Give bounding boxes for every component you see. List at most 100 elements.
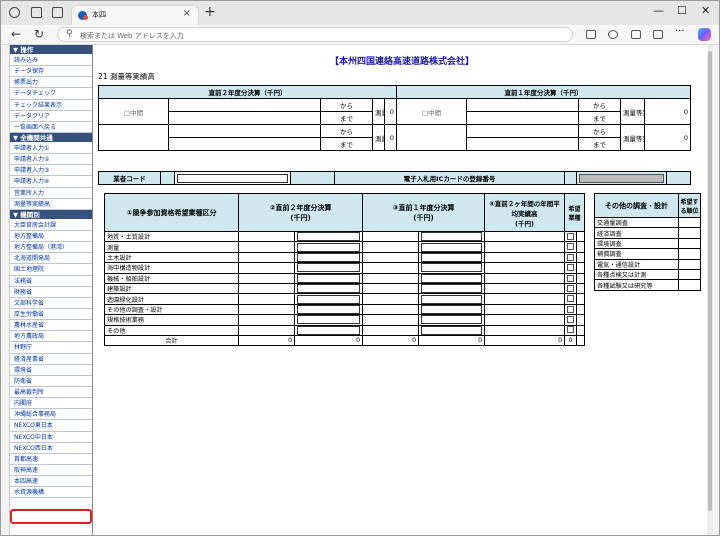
desired-checkbox[interactable] (567, 326, 574, 334)
fy1-amount-input[interactable] (421, 305, 482, 314)
maximize-icon[interactable]: ☐ (677, 4, 687, 17)
fy1-from-date[interactable] (466, 124, 580, 138)
priority-cell[interactable] (678, 216, 701, 229)
desired-checkbox[interactable] (567, 274, 574, 282)
fy1-amount-input[interactable] (421, 326, 482, 335)
refresh-icon[interactable]: ↻ (34, 27, 44, 41)
desired-checkbox[interactable] (567, 316, 574, 324)
more-menu-icon[interactable]: ··· (675, 26, 685, 37)
sidebar-item[interactable]: 防衛省 (10, 376, 92, 387)
favorites-icon[interactable] (608, 30, 618, 39)
sidebar-item[interactable]: 読み込み (10, 55, 92, 67)
browser-tab[interactable]: 本四 × (71, 5, 199, 25)
sidebar-item[interactable]: 厚生労働省 (10, 309, 92, 321)
fy2-amount-input[interactable] (297, 274, 360, 283)
fy2-amount-input[interactable] (297, 326, 360, 335)
fy2-to-date[interactable] (168, 111, 321, 125)
priority-cell[interactable] (678, 268, 701, 281)
fy2-amount-input[interactable] (297, 284, 360, 293)
sidebar-item[interactable]: NEXCO東日本 (10, 420, 92, 432)
desired-checkbox[interactable] (567, 243, 574, 251)
sidebar-item[interactable]: 経済産業省 (10, 354, 92, 365)
sidebar-item[interactable]: データ保存 (10, 66, 92, 78)
sidebar-item[interactable]: 阪神高速 (10, 465, 92, 477)
sidebar-item[interactable]: 申請者入力② (10, 154, 92, 166)
copilot-icon[interactable] (698, 28, 711, 41)
desired-checkbox[interactable] (567, 253, 574, 261)
sidebar-item[interactable]: 財務省 (10, 287, 92, 298)
desired-checkbox[interactable] (567, 305, 574, 313)
tab-actions-icon[interactable] (52, 7, 63, 18)
profile-icon[interactable] (9, 7, 20, 18)
fy2-from-date[interactable] (168, 98, 321, 112)
sidebar-item[interactable]: 一覧画面へ戻る (10, 122, 92, 133)
desired-checkbox[interactable] (567, 295, 574, 303)
scrollbar-thumb[interactable] (708, 51, 712, 511)
sidebar-item[interactable]: 地方農政局 (10, 331, 92, 343)
sidebar-item[interactable]: 林野庁 (10, 342, 92, 354)
sidebar-item[interactable]: NEXCO西日本 (10, 443, 92, 454)
sidebar-item[interactable]: 営業所入力 (10, 188, 92, 199)
sidebar-item[interactable]: 地方整備局（港湾） (10, 242, 92, 254)
fy2-amount-input[interactable] (297, 242, 360, 252)
fy1-amount-input[interactable] (421, 274, 482, 283)
fy2-amount-input[interactable] (297, 305, 360, 314)
fy1-amount-input[interactable] (421, 284, 482, 293)
sidebar-item[interactable]: 文部科学省 (10, 298, 92, 309)
close-window-icon[interactable]: ✕ (701, 4, 710, 17)
sidebar-item[interactable]: 本四高速 (10, 476, 92, 488)
sidebar-item[interactable]: 申請者入力③ (10, 165, 92, 177)
sidebar-item[interactable]: 内閣府 (10, 398, 92, 410)
fy1-amount-input[interactable] (421, 294, 482, 304)
sidebar-item[interactable]: データクリア (10, 111, 92, 122)
collections-icon[interactable] (631, 30, 641, 39)
sidebar-item[interactable]: 沖縄総合事務局 (10, 409, 92, 421)
trader-code-input[interactable] (177, 173, 288, 183)
sidebar-item[interactable]: 北海道開発局 (10, 253, 92, 265)
sidebar-item[interactable]: チェック結果表示 (10, 100, 92, 111)
split-screen-icon[interactable] (586, 30, 596, 39)
desired-checkbox[interactable] (567, 232, 574, 240)
new-tab-icon[interactable]: + (204, 4, 216, 20)
fy1-amount-input[interactable] (421, 315, 482, 324)
sidebar-item[interactable]: 大臣官房会計課 (10, 220, 92, 231)
downloads-icon[interactable] (653, 30, 663, 39)
url-field[interactable]: ⚲ 検索または Web アドレスを入力 (57, 27, 573, 42)
fy1-amount-input[interactable] (421, 242, 482, 252)
sidebar-item[interactable]: 農林水産省 (10, 320, 92, 332)
close-tab-icon[interactable]: × (183, 8, 191, 19)
fy2-amount-input[interactable] (297, 253, 360, 262)
scrollbar[interactable] (707, 45, 713, 535)
sidebar-item[interactable]: 首都高速 (10, 454, 92, 465)
sidebar-item[interactable]: 申請者入力④ (10, 176, 92, 188)
sidebar-item[interactable]: 帳票出力 (10, 77, 92, 89)
interim-checkbox[interactable]: □中間 (396, 98, 468, 125)
sidebar-item[interactable]: 最高裁判所 (10, 387, 92, 399)
fy2-to-date[interactable] (168, 137, 321, 151)
fy2-amount-input[interactable] (297, 232, 360, 241)
sidebar-item[interactable]: 申請者入力① (10, 143, 92, 155)
sidebar-item[interactable]: 国土地理院 (10, 264, 92, 276)
fy2-amount-input[interactable] (297, 263, 360, 273)
fy1-to-date[interactable] (466, 137, 580, 151)
sidebar-item[interactable]: データチェック (10, 88, 92, 100)
sidebar-item[interactable]: 測量等実績高 (10, 199, 92, 210)
fy2-amount-input[interactable] (297, 315, 360, 324)
workspaces-icon[interactable] (31, 7, 42, 18)
priority-cell[interactable] (678, 227, 701, 239)
fy1-amount-input[interactable] (421, 253, 482, 262)
desired-checkbox[interactable] (567, 284, 574, 292)
priority-cell[interactable] (678, 248, 701, 260)
priority-cell[interactable] (678, 237, 701, 250)
interim-checkbox[interactable]: □中間 (98, 98, 169, 125)
fy1-amount-input[interactable] (421, 263, 482, 273)
fy1-amount-input[interactable] (421, 232, 482, 241)
priority-cell[interactable] (678, 258, 701, 270)
sidebar-item[interactable]: NEXCO中日本 (10, 432, 92, 443)
fy2-amount-input[interactable] (297, 294, 360, 304)
sidebar-item[interactable]: 環境省 (10, 365, 92, 376)
minimize-icon[interactable]: — (653, 4, 664, 17)
sidebar-item[interactable]: 水資源機構 (10, 487, 92, 499)
fy1-to-date[interactable] (466, 111, 580, 125)
sidebar-item[interactable]: 法務省 (10, 276, 92, 287)
